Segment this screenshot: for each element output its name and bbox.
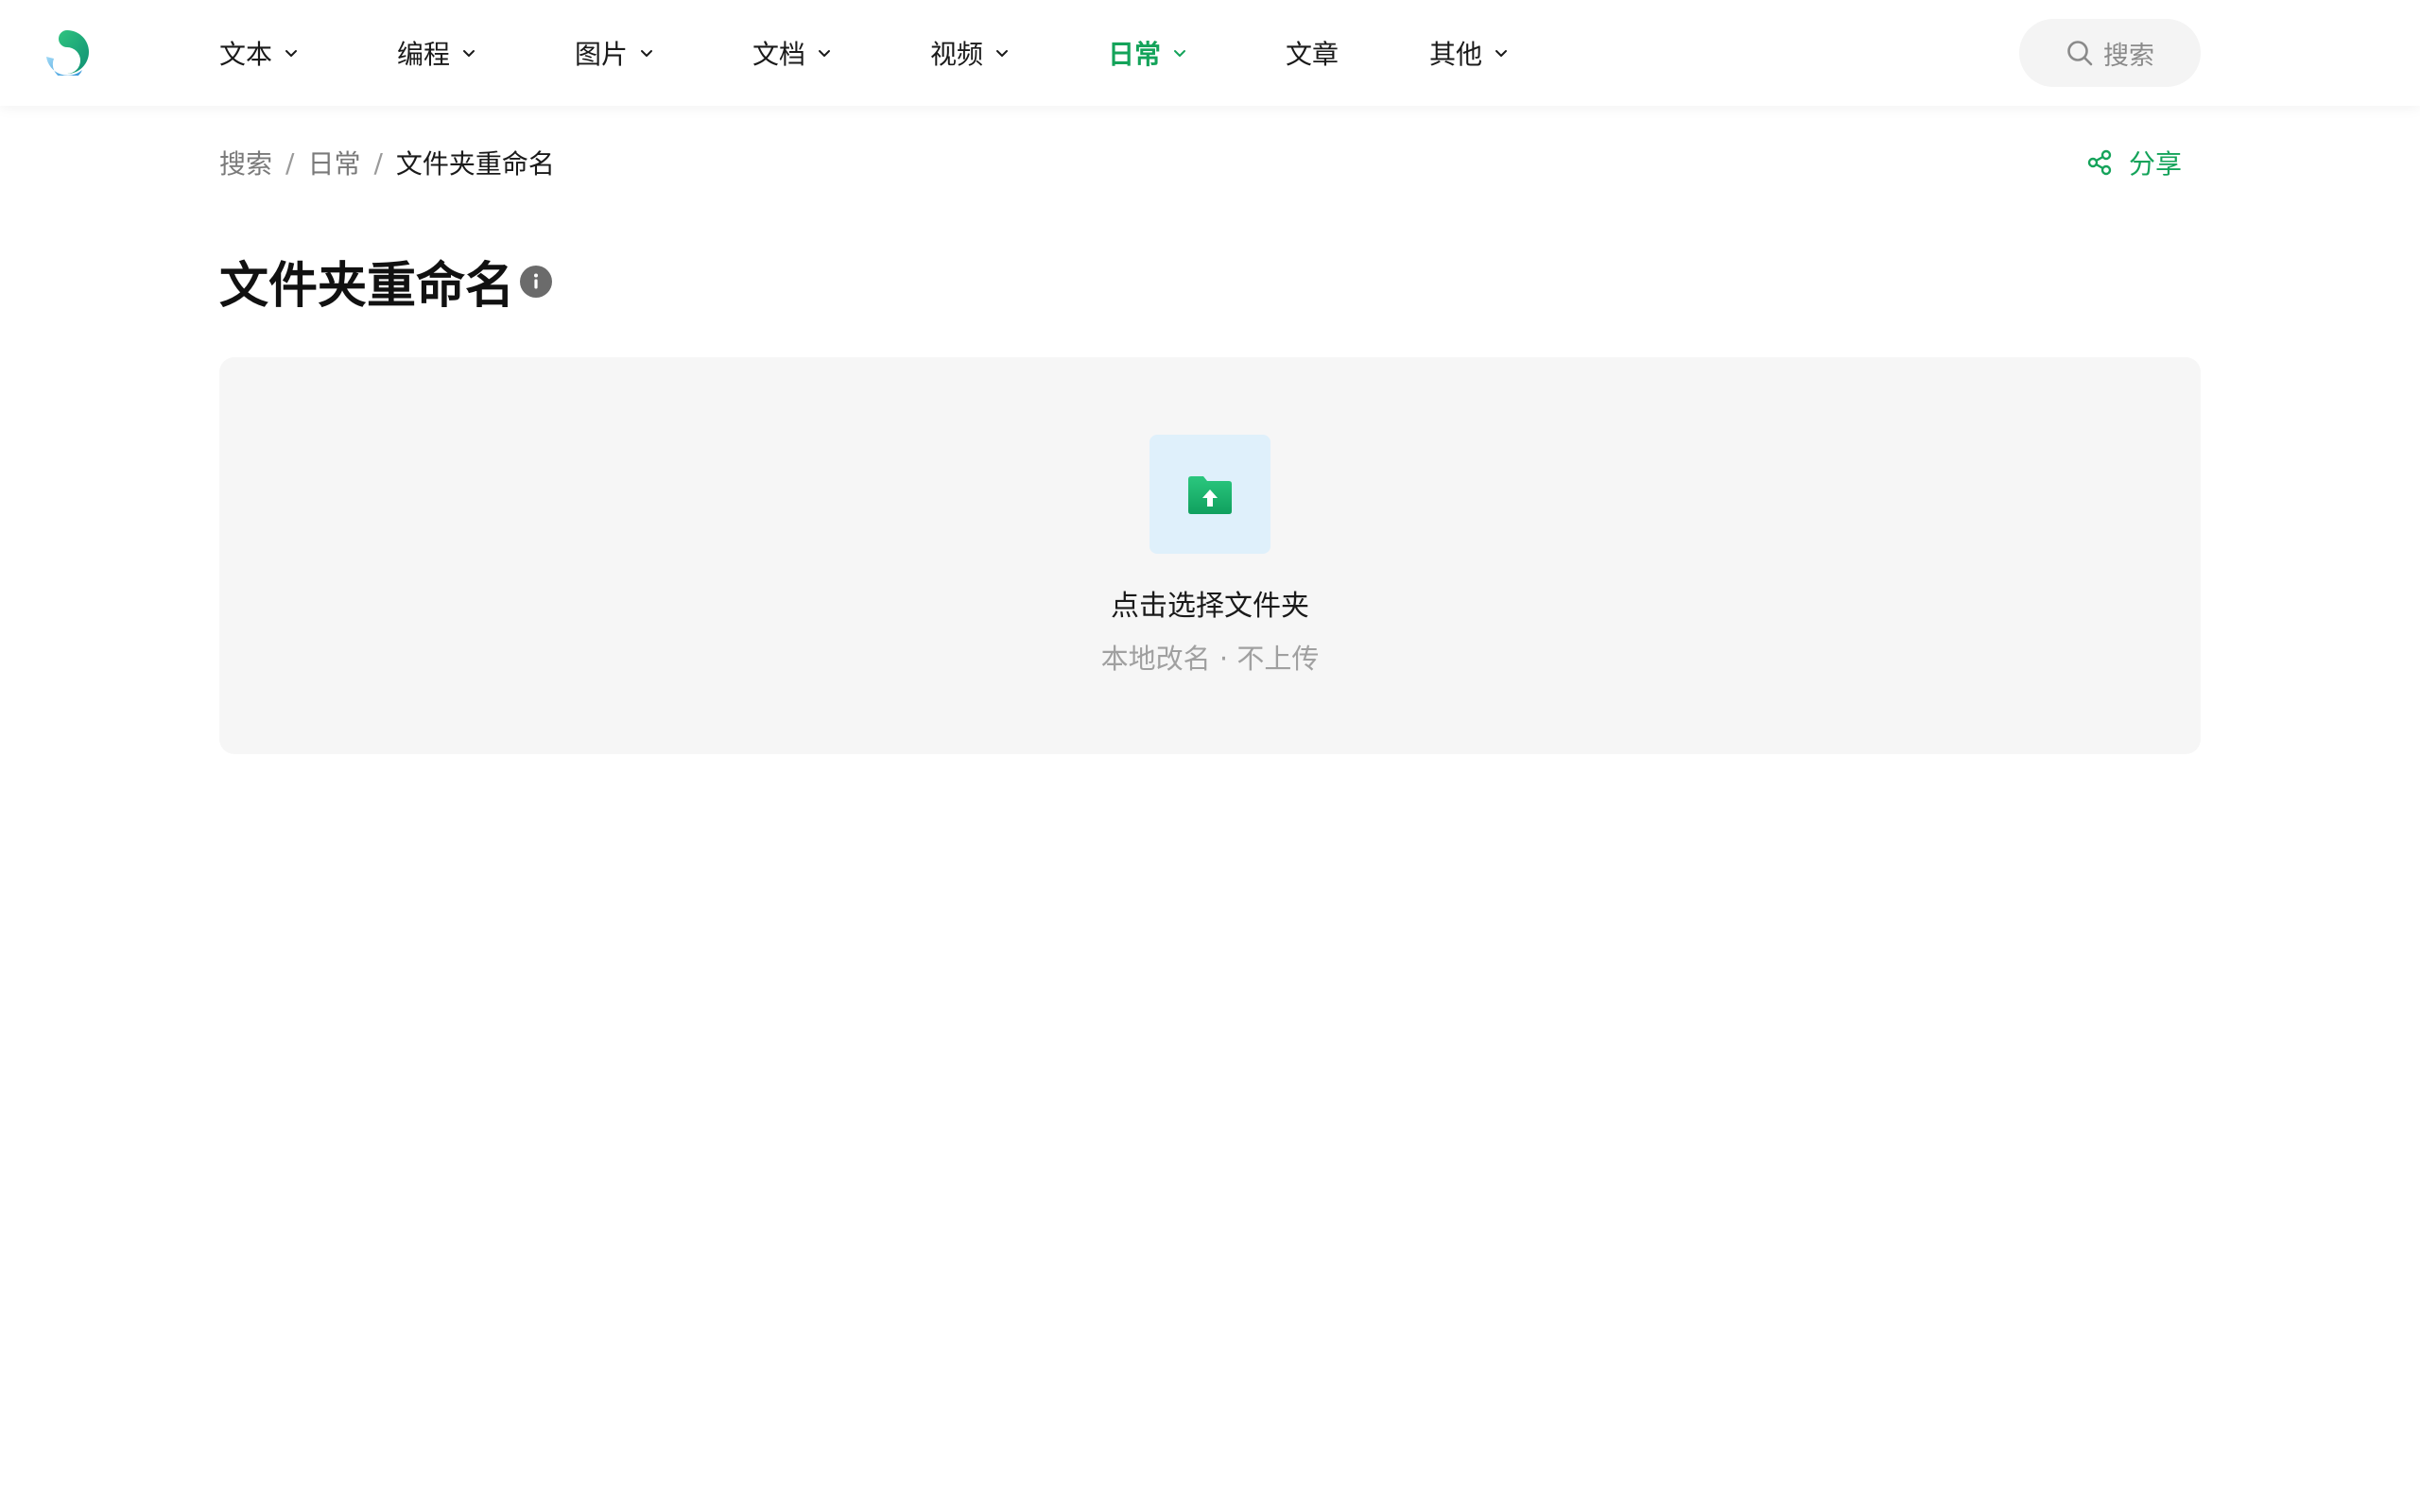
breadcrumb-item-search[interactable]: 搜索	[219, 144, 272, 181]
search-button[interactable]: 搜索	[2019, 19, 2201, 87]
nav-item-label: 日常	[1108, 39, 1162, 70]
search-label: 搜索	[2103, 41, 2154, 71]
breadcrumb-separator: /	[373, 146, 383, 179]
nav-item-label: 文本	[219, 39, 273, 70]
nav-item-daily[interactable]: 日常	[1108, 0, 1187, 106]
chevron-down-icon	[285, 50, 298, 57]
nav-item-text[interactable]: 文本	[219, 0, 299, 106]
breadcrumb-item-daily[interactable]: 日常	[307, 144, 360, 181]
nav-item-label: 文档	[752, 39, 806, 70]
nav-item-label: 编程	[397, 39, 451, 70]
nav-item-documents[interactable]: 文档	[752, 0, 832, 106]
nav-item-label: 视频	[930, 39, 984, 70]
page-title: 文件夹重命名	[219, 257, 515, 315]
search-icon	[2067, 41, 2093, 66]
nav-item-label: 其他	[1429, 39, 1483, 70]
info-glyph	[534, 273, 538, 289]
folder-upload-icon	[1188, 476, 1232, 514]
folder-upload-tile[interactable]	[1150, 435, 1270, 554]
chevron-down-icon	[463, 50, 475, 57]
nav-item-images[interactable]: 图片	[575, 0, 654, 106]
top-navigation-bar: 文本 编程 图片 文档 视频 日常 文章 其他 搜索	[0, 0, 2420, 106]
chevron-down-icon	[819, 50, 831, 57]
nav-item-programming[interactable]: 编程	[397, 0, 476, 106]
chevron-down-icon	[641, 50, 653, 57]
nav-item-video[interactable]: 视频	[930, 0, 1010, 106]
nav-item-articles[interactable]: 文章	[1286, 0, 1339, 106]
nav-item-label: 文章	[1286, 39, 1340, 70]
upload-label: 点击选择文件夹	[1111, 590, 1309, 623]
share-button[interactable]: 分享	[2085, 144, 2182, 181]
upload-hint: 本地改名 · 不上传	[1100, 643, 1320, 675]
breadcrumb-current: 文件夹重命名	[395, 148, 555, 180]
share-icon	[2087, 149, 2112, 176]
breadcrumb: 搜索 / 日常 / 文件夹重命名	[219, 144, 555, 181]
chevron-down-icon	[1495, 50, 1508, 57]
chevron-down-icon	[996, 50, 1009, 57]
breadcrumb-separator: /	[285, 146, 295, 179]
info-icon[interactable]	[520, 266, 552, 298]
share-label: 分享	[2129, 148, 2183, 180]
app-logo[interactable]	[44, 28, 92, 76]
chevron-down-icon	[1174, 50, 1186, 57]
folder-upload-dropzone[interactable]: 点击选择文件夹 本地改名 · 不上传	[219, 357, 2201, 754]
nav-item-label: 图片	[575, 39, 629, 70]
nav-item-other[interactable]: 其他	[1429, 0, 1509, 106]
